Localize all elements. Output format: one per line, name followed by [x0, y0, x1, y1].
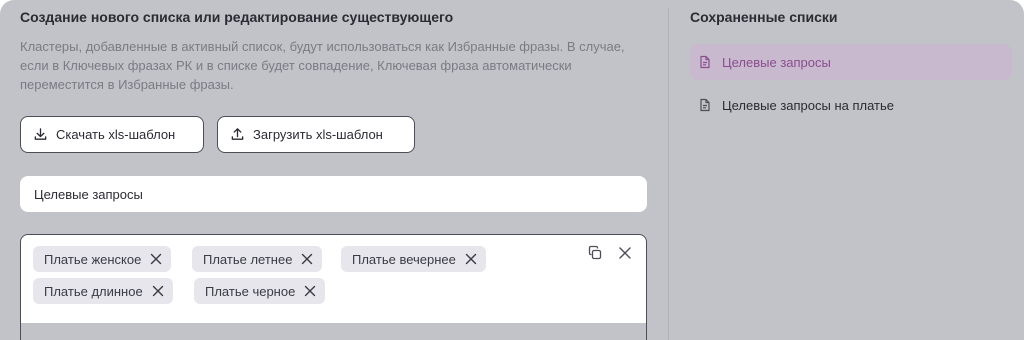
- phrase-tag-label: Платье длинное: [44, 283, 143, 299]
- list-name-input[interactable]: [20, 176, 647, 212]
- phrase-tag: Платье длинное: [33, 278, 173, 304]
- remove-tag-icon[interactable]: [151, 284, 165, 298]
- download-template-button[interactable]: Скачать xls-шаблон: [20, 116, 204, 153]
- document-icon: [700, 55, 710, 69]
- phrase-tag-label: Платье черное: [205, 283, 296, 299]
- document-icon: [700, 98, 710, 112]
- remove-tag-icon[interactable]: [300, 252, 314, 266]
- saved-list-item[interactable]: Целевые запросы: [690, 44, 1012, 80]
- phrase-tag: Платье вечернее: [341, 246, 486, 272]
- phrase-tag: Платье женское: [33, 246, 172, 272]
- phrase-tag: Платье летнее: [192, 246, 323, 272]
- saved-lists-title: Сохраненные списки: [690, 9, 838, 25]
- phrase-tag: Платье черное: [194, 278, 326, 304]
- clear-all-icon[interactable]: [617, 245, 633, 261]
- upload-template-button[interactable]: Загрузить xls-шаблон: [217, 116, 415, 153]
- section-divider: [668, 8, 669, 340]
- phrase-tag-label: Платье летнее: [203, 251, 293, 267]
- upload-template-label: Загрузить xls-шаблон: [253, 127, 383, 142]
- download-template-label: Скачать xls-шаблон: [56, 127, 176, 142]
- remove-tag-icon[interactable]: [149, 252, 163, 266]
- remove-tag-icon[interactable]: [464, 252, 478, 266]
- copy-icon[interactable]: [587, 245, 603, 261]
- saved-list-item[interactable]: Целевые запросы на платье: [690, 87, 1012, 123]
- list-editor-section: Создание нового списка или редактировани…: [20, 0, 650, 340]
- editor-description: Кластеры, добавленные в активный список,…: [20, 39, 625, 92]
- saved-list-label: Целевые запросы: [722, 54, 831, 70]
- upload-icon: [231, 128, 244, 140]
- phrases-tag-field[interactable]: Платье женское Платье летнее Платье вече…: [20, 234, 647, 340]
- download-icon: [34, 128, 47, 140]
- phrase-tag-label: Платье женское: [44, 251, 142, 267]
- remove-tag-icon[interactable]: [303, 284, 317, 298]
- saved-list-label: Целевые запросы на платье: [722, 97, 895, 113]
- phrase-tag-label: Платье вечернее: [352, 251, 456, 267]
- editor-title: Создание нового списка или редактировани…: [20, 9, 454, 25]
- main-panel: Создание нового списка или редактировани…: [0, 0, 1024, 340]
- tag-field-overlay: [21, 323, 646, 340]
- saved-lists-section: Сохраненные списки Целевые запросы Целев…: [690, 0, 1012, 340]
